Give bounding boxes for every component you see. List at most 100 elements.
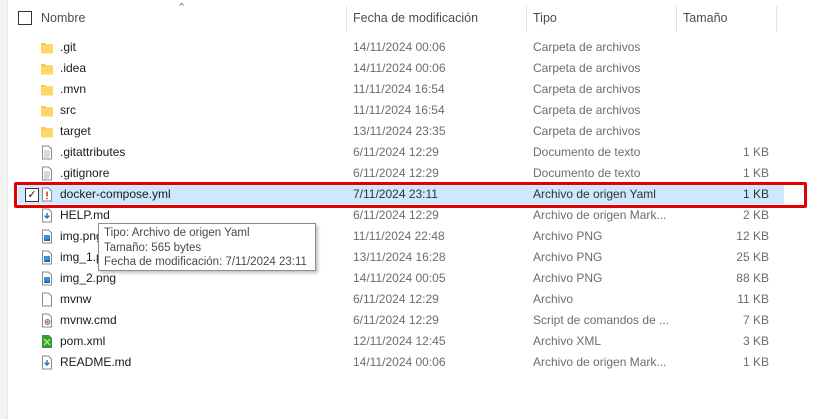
file-name: .mvn — [60, 82, 87, 96]
file-name: target — [60, 124, 91, 138]
file-name: pom.xml — [60, 334, 106, 348]
file-date: 6/11/2024 12:29 — [353, 313, 439, 327]
file-row[interactable]: .mvn 11/11/2024 16:54 Carpeta de archivos — [0, 79, 823, 100]
folder-icon — [40, 103, 54, 118]
column-header-name[interactable]: Nombre — [41, 0, 85, 36]
file-size — [676, 58, 769, 79]
file-row[interactable]: target 13/11/2024 23:35 Carpeta de archivo… — [0, 121, 823, 142]
file-type: Documento de texto — [533, 145, 641, 159]
file-type: Archivo de origen Mark... — [533, 355, 667, 369]
column-divider[interactable] — [346, 6, 347, 32]
blank-file-icon — [40, 292, 54, 307]
file-size: 1 KB — [742, 355, 769, 369]
folder-icon — [40, 124, 54, 139]
file-name: img_2.png — [60, 271, 117, 285]
file-name: .git — [60, 40, 77, 54]
file-name: mvnw — [60, 292, 92, 306]
tooltip-type: Tipo: Archivo de origen Yaml — [104, 227, 250, 239]
file-date: 6/11/2024 12:29 — [353, 166, 439, 180]
file-date: 14/11/2024 00:06 — [353, 40, 446, 54]
file-type: Archivo PNG — [533, 229, 603, 243]
file-size: 12 KB — [736, 229, 769, 243]
file-type: Archivo — [533, 292, 574, 306]
text-file-icon — [40, 145, 54, 160]
file-type: Carpeta de archivos — [533, 40, 641, 54]
file-row[interactable]: mvnw 6/11/2024 12:29 Archivo 11 KB — [0, 289, 823, 310]
file-size: 25 KB — [736, 250, 769, 264]
image-file-icon — [40, 271, 54, 286]
column-header-date[interactable]: Fecha de modificación — [353, 0, 478, 36]
file-date: 13/11/2024 16:28 — [353, 250, 446, 264]
file-date: 14/11/2024 00:05 — [353, 271, 446, 285]
file-row[interactable]: .gitattributes 6/11/2024 12:29 Documento d… — [0, 142, 823, 163]
file-name: .gitignore — [60, 166, 110, 180]
highlight-box — [14, 182, 807, 208]
file-row[interactable]: pom.xml 12/11/2024 12:45 Archivo XML 3 KB — [0, 331, 823, 352]
file-date: 14/11/2024 00:06 — [353, 61, 446, 75]
file-type: Carpeta de archivos — [533, 124, 641, 138]
folder-icon — [40, 61, 54, 76]
image-file-icon — [40, 250, 54, 265]
file-name: img.png — [60, 229, 103, 243]
file-size: 88 KB — [736, 271, 769, 285]
file-date: 14/11/2024 00:06 — [353, 355, 446, 369]
file-type: Archivo PNG — [533, 271, 603, 285]
file-date: 6/11/2024 12:29 — [353, 208, 439, 222]
image-file-icon — [40, 229, 54, 244]
file-date: 13/11/2024 23:35 — [353, 124, 446, 138]
file-date: 11/11/2024 22:48 — [353, 229, 445, 243]
file-type: Carpeta de archivos — [533, 103, 641, 117]
file-date: 11/11/2024 16:54 — [353, 82, 445, 96]
file-row[interactable]: .git 14/11/2024 00:06 Carpeta de archivos — [0, 37, 823, 58]
file-size — [676, 100, 769, 121]
file-date: 6/11/2024 12:29 — [353, 292, 439, 306]
file-size: 11 KB — [737, 292, 769, 306]
file-row[interactable]: mvnw.cmd 6/11/2024 12:29 Script de comando… — [0, 310, 823, 331]
file-date: 6/11/2024 12:29 — [353, 145, 439, 159]
cmd-file-icon — [40, 313, 54, 328]
xml-file-icon — [40, 334, 54, 349]
file-name: .idea — [60, 61, 87, 75]
file-date: 12/11/2024 12:45 — [353, 334, 446, 348]
text-file-icon — [40, 166, 54, 181]
column-header-size[interactable]: Tamaño — [683, 0, 727, 36]
file-row[interactable]: .idea 14/11/2024 00:06 Carpeta de archivos — [0, 58, 823, 79]
file-type: Archivo de origen Mark... — [533, 208, 667, 222]
file-size: 3 KB — [742, 334, 769, 348]
markdown-file-icon — [40, 208, 54, 223]
file-type: Documento de texto — [533, 166, 641, 180]
column-header: Nombre ⌃ Fecha de modificación Tipo Tama… — [0, 0, 823, 36]
file-row[interactable]: .gitignore 6/11/2024 12:29 Documento de te… — [0, 163, 823, 184]
file-tooltip: Tipo: Archivo de origen Yaml Tamaño: 565… — [98, 223, 316, 271]
column-divider[interactable] — [676, 6, 677, 32]
file-size: 1 KB — [742, 166, 769, 180]
column-divider[interactable] — [526, 6, 527, 32]
folder-icon — [40, 82, 54, 97]
sort-ascending-icon: ⌃ — [177, 2, 187, 14]
file-name: src — [60, 103, 76, 117]
tooltip-date: Fecha de modificación: 7/11/2024 23:11 — [104, 256, 307, 268]
file-name: mvnw.cmd — [60, 313, 117, 327]
file-date: 11/11/2024 16:54 — [353, 103, 445, 117]
folder-icon — [40, 40, 54, 55]
file-type: Archivo PNG — [533, 250, 603, 264]
file-row[interactable]: img_2.png 14/11/2024 00:05 Archivo PNG 88 K… — [0, 268, 823, 289]
file-name: .gitattributes — [60, 145, 126, 159]
file-size: 2 KB — [742, 208, 769, 222]
file-size: 1 KB — [742, 145, 769, 159]
column-divider[interactable] — [776, 6, 777, 32]
file-type: Carpeta de archivos — [533, 82, 641, 96]
file-size — [676, 79, 769, 100]
file-type: Carpeta de archivos — [533, 61, 641, 75]
column-header-type[interactable]: Tipo — [533, 0, 557, 36]
file-size: 7 KB — [742, 313, 769, 327]
tooltip-size: Tamaño: 565 bytes — [104, 241, 202, 254]
markdown-file-icon — [40, 355, 54, 370]
file-type: Archivo XML — [533, 334, 602, 348]
file-row[interactable]: README.md 14/11/2024 00:06 Archivo de orig… — [0, 352, 823, 373]
select-all-checkbox[interactable] — [18, 11, 32, 25]
file-name: README.md — [60, 355, 132, 369]
file-type: Script de comandos de ... — [533, 313, 670, 327]
file-row[interactable]: src 11/11/2024 16:54 Carpeta de archivos — [0, 100, 823, 121]
file-size — [676, 37, 769, 58]
